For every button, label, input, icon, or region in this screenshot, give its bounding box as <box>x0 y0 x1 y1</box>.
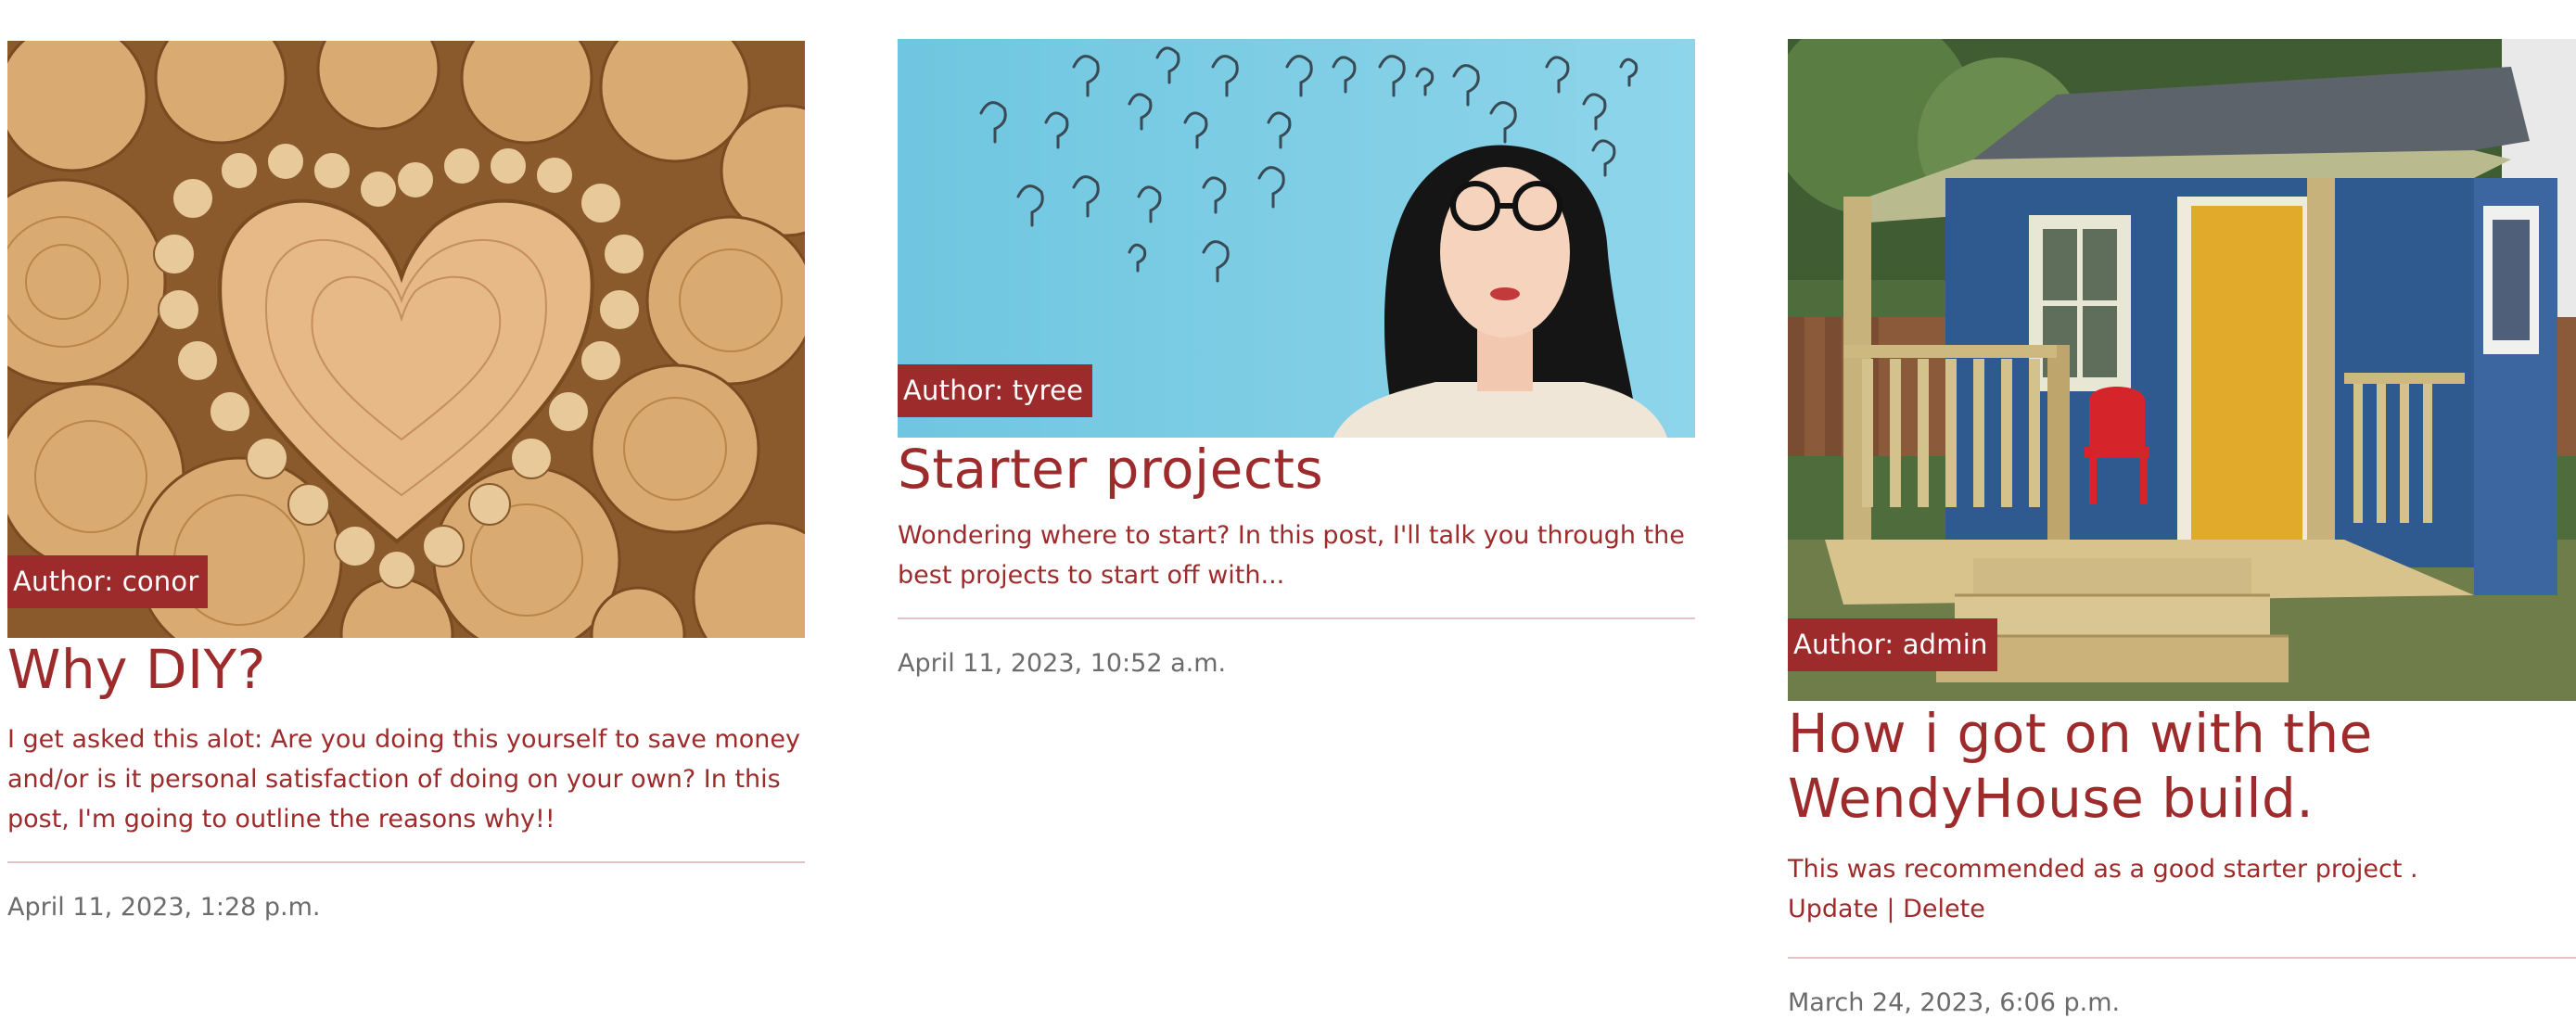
post-date: March 24, 2023, 6:06 p.m. <box>1788 988 2121 1017</box>
post-actions: Update | Delete <box>1788 889 2576 929</box>
post-card[interactable]: Author: tyree Starter projects Wondering… <box>898 0 1695 682</box>
logs-heart-image <box>7 41 805 638</box>
card-divider <box>7 860 805 863</box>
post-card[interactable]: Author: admin How i got on with the Wend… <box>1788 0 2576 1022</box>
post-title[interactable]: How i got on with the WendyHouse build. <box>1788 701 2576 831</box>
post-card[interactable]: Author: conor Why DIY? I get asked this … <box>7 0 805 926</box>
card-divider <box>1788 957 2576 959</box>
post-excerpt: I get asked this alot: Are you doing thi… <box>7 724 800 834</box>
post-date: April 11, 2023, 10:52 a.m. <box>898 648 1227 678</box>
author-badge: Author: tyree <box>898 364 1093 417</box>
post-image-wendyhouse[interactable]: Author: admin <box>1788 39 2576 701</box>
post-image-logs-heart[interactable]: Author: conor <box>7 41 805 638</box>
update-link[interactable]: Update <box>1788 895 1879 923</box>
post-title[interactable]: Why DIY? <box>7 638 805 703</box>
post-grid: Author: conor Why DIY? I get asked this … <box>0 0 2576 1031</box>
post-date: April 11, 2023, 1:28 p.m. <box>7 892 321 922</box>
wendyhouse-image <box>1788 39 2576 701</box>
post-excerpt: This was recommended as a good starter p… <box>1788 855 2418 884</box>
action-separator: | <box>1886 895 1895 923</box>
post-excerpt: Wondering where to start? In this post, … <box>898 520 1685 590</box>
delete-link[interactable]: Delete <box>1903 895 1985 923</box>
card-divider <box>898 617 1695 619</box>
author-badge: Author: admin <box>1788 618 1997 671</box>
author-badge: Author: conor <box>7 555 209 608</box>
post-image-questions[interactable]: Author: tyree <box>898 39 1695 438</box>
post-title[interactable]: Starter projects <box>898 438 1695 503</box>
